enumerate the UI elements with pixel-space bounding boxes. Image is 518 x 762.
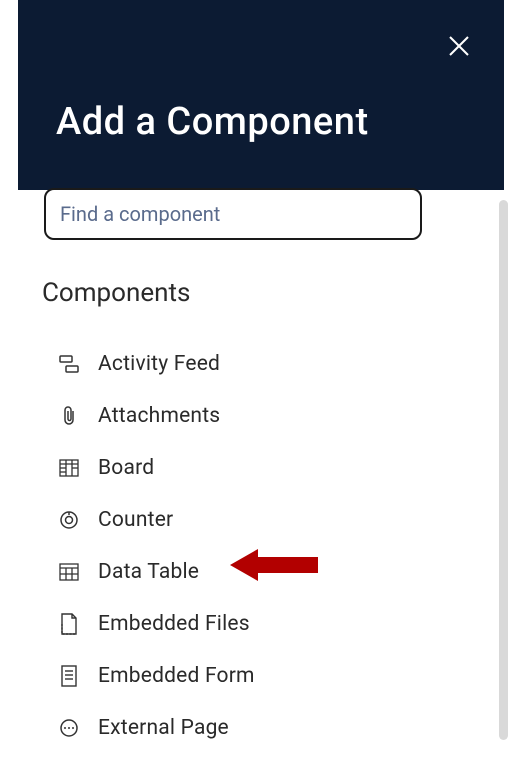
item-label: Attachments — [98, 404, 220, 428]
component-list: Activity Feed Attachments — [58, 338, 418, 754]
item-label: External Page — [98, 716, 229, 740]
embedded-file-icon — [58, 613, 80, 635]
search-input[interactable] — [44, 188, 422, 240]
embedded-form-icon — [58, 665, 80, 687]
component-item-activity-feed[interactable]: Activity Feed — [58, 338, 418, 390]
board-icon — [58, 457, 80, 479]
item-label: Counter — [98, 508, 173, 532]
search-wrap — [44, 188, 422, 240]
component-item-attachments[interactable]: Attachments — [58, 390, 418, 442]
section-heading-components: Components — [42, 278, 190, 308]
item-label: Board — [98, 456, 154, 480]
close-icon — [448, 35, 470, 60]
scrollbar[interactable] — [499, 200, 508, 740]
data-table-icon — [58, 561, 80, 583]
item-label: Activity Feed — [98, 352, 220, 376]
modal-header: Add a Component — [18, 0, 504, 190]
external-page-icon — [58, 717, 80, 739]
component-item-embedded-files[interactable]: Embedded Files — [58, 598, 418, 650]
component-item-embedded-form[interactable]: Embedded Form — [58, 650, 418, 702]
item-label: Embedded Form — [98, 664, 255, 688]
item-label: Embedded Files — [98, 612, 250, 636]
feed-icon — [58, 353, 80, 375]
modal-title: Add a Component — [56, 100, 369, 144]
close-button[interactable] — [444, 32, 474, 62]
component-item-counter[interactable]: Counter — [58, 494, 418, 546]
item-label: Data Table — [98, 560, 199, 584]
component-item-data-table[interactable]: Data Table — [58, 546, 418, 598]
component-item-board[interactable]: Board — [58, 442, 418, 494]
counter-icon — [58, 509, 80, 531]
paperclip-icon — [58, 405, 80, 427]
component-item-external-page[interactable]: External Page — [58, 702, 418, 754]
